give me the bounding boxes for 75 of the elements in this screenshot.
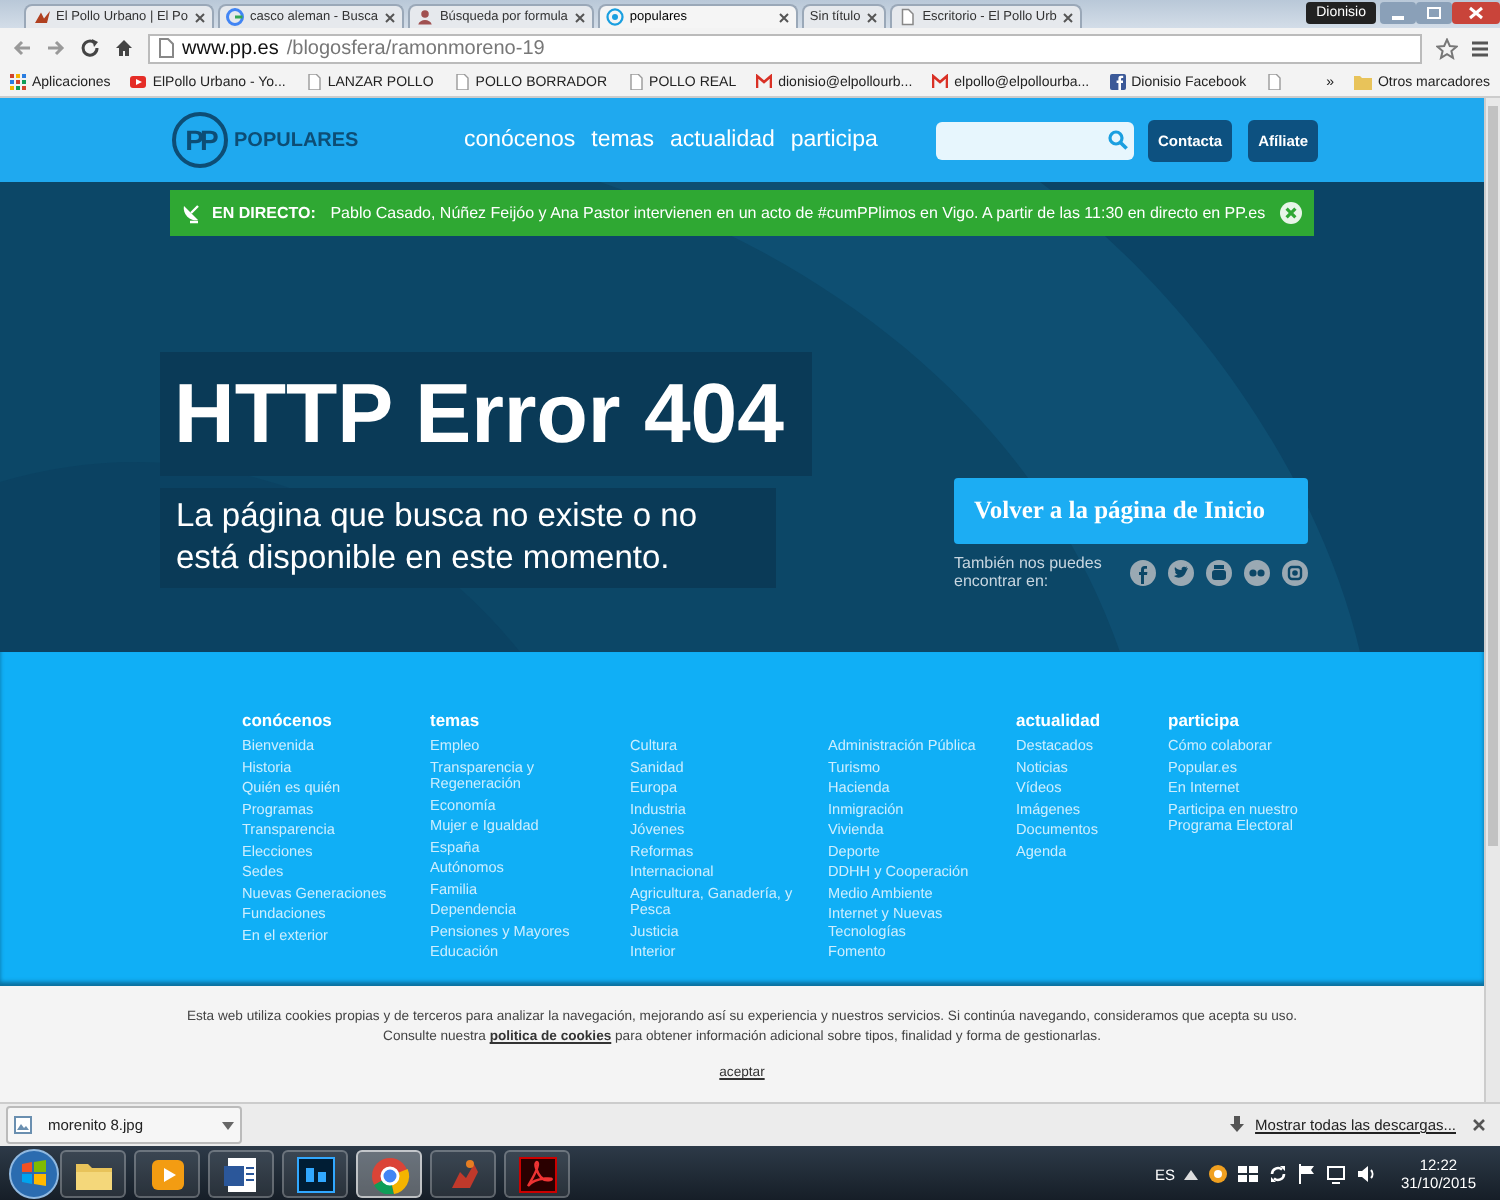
camera-icon[interactable] [1282, 559, 1308, 585]
satellite-dish-icon [182, 202, 202, 224]
close-icon[interactable] [777, 11, 790, 23]
page-icon [158, 38, 174, 58]
taskbar-button[interactable] [60, 1150, 126, 1198]
facebook-icon [1109, 74, 1126, 90]
nav-link[interactable]: participa [790, 128, 878, 152]
caret-icon[interactable] [222, 1121, 234, 1129]
nav-link[interactable]: conócenos [464, 128, 576, 152]
close-icon[interactable] [573, 11, 586, 23]
windows-icon[interactable] [1238, 1164, 1259, 1184]
caret-icon[interactable] [1184, 1169, 1199, 1179]
nav-link[interactable]: temas [591, 128, 654, 152]
document-icon [221, 1155, 261, 1193]
menu-icon[interactable] [1472, 39, 1488, 57]
image-editor-icon [295, 1155, 335, 1193]
home-icon[interactable] [114, 38, 134, 58]
pdf-icon [517, 1155, 557, 1193]
maximize-icon[interactable] [1416, 2, 1452, 24]
scrollbar-thumb[interactable] [1488, 106, 1498, 846]
folder-icon [1353, 74, 1372, 90]
mail-icon [932, 74, 949, 90]
apps-icon [10, 74, 26, 90]
person-icon [415, 8, 434, 26]
coin-icon[interactable] [1208, 1164, 1229, 1184]
mail-icon [756, 74, 773, 90]
taskbar-button[interactable] [208, 1150, 274, 1198]
footer-heading: conócenos [242, 712, 332, 730]
back-icon[interactable] [12, 38, 32, 58]
play-icon [147, 1155, 187, 1193]
page-icon[interactable] [1266, 74, 1283, 90]
twitter-icon[interactable] [1168, 559, 1194, 585]
logo-icon [605, 8, 624, 26]
start-button-icon[interactable] [8, 1148, 60, 1200]
logo-mark[interactable]: PP [172, 112, 228, 168]
image-file-icon [14, 1116, 32, 1134]
browser-icon [369, 1155, 409, 1193]
minimize-icon[interactable] [1380, 2, 1416, 24]
page-icon [305, 74, 322, 90]
sync-icon[interactable] [1268, 1164, 1289, 1184]
page-icon [453, 74, 470, 90]
search-icon [1108, 130, 1128, 150]
taskbar-button[interactable] [356, 1150, 422, 1198]
social-label: También nos puedes encontrar en: [954, 554, 1104, 590]
facebook-icon[interactable] [1130, 559, 1156, 585]
video-icon [130, 74, 147, 90]
close-icon[interactable] [383, 11, 396, 23]
taskbar-button[interactable] [282, 1150, 348, 1198]
download-icon [1229, 1116, 1244, 1134]
error-title: HTTP Error 404 [160, 352, 813, 476]
monitor-icon[interactable] [1326, 1164, 1347, 1184]
speaker-icon[interactable] [1356, 1164, 1377, 1184]
reload-icon[interactable] [80, 38, 100, 58]
close-icon[interactable] [866, 11, 879, 23]
flag-icon[interactable] [1298, 1164, 1317, 1184]
logo-text[interactable]: POPULARES [234, 129, 359, 151]
live-label: EN DIRECTO: [212, 204, 316, 222]
live-text: Pablo Casado, Núñez Feijóo y Ana Pastor intervienen en un acto de #cumPPlimos en Vigo. A partir de las 11:30 en directo en PP.es [328, 203, 1268, 223]
home-button[interactable]: Volver a la página de Inicio [954, 478, 1308, 544]
taskbar-button[interactable] [134, 1150, 200, 1198]
page-icon [627, 74, 644, 90]
footer-heading: temas [430, 712, 480, 730]
star-icon[interactable] [1436, 37, 1458, 59]
error-message: La página que busca no existe o no está disponible en este momento. [160, 488, 776, 588]
nav-link[interactable]: actualidad [669, 128, 775, 152]
close-icon[interactable] [194, 11, 206, 23]
search-field[interactable] [936, 121, 1134, 159]
close-icon[interactable] [1468, 1118, 1488, 1132]
forward-icon[interactable] [46, 38, 66, 58]
address-field[interactable]: www.pp.es /blogosfera/ramonmoreno-19 [148, 33, 1422, 63]
footer-heading: participa [1168, 712, 1239, 730]
close-icon[interactable] [1452, 2, 1500, 24]
footer-heading: actualidad [1016, 712, 1101, 730]
scrollbar[interactable] [1484, 98, 1500, 1102]
close-icon[interactable] [1062, 11, 1075, 23]
